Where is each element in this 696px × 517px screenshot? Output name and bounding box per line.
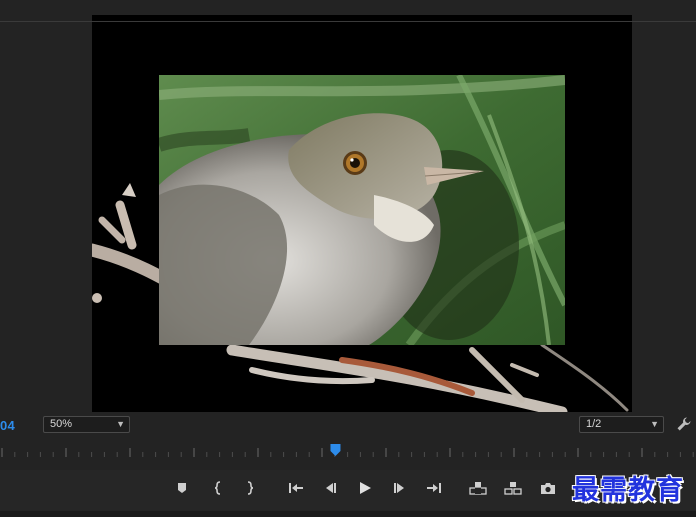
mark-in-icon xyxy=(214,481,221,495)
go-to-in-button[interactable] xyxy=(285,478,307,498)
ruler-track xyxy=(0,21,696,22)
time-ruler[interactable] xyxy=(0,440,696,462)
mark-out-button[interactable] xyxy=(239,478,261,498)
mark-in-button[interactable] xyxy=(207,478,229,498)
program-monitor: 04 50% ▼ 1/2 ▼ 最需教育 xyxy=(0,0,696,517)
playhead-timecode[interactable]: 04 xyxy=(0,418,15,433)
go-to-out-button[interactable] xyxy=(423,478,445,498)
wrench-icon[interactable] xyxy=(676,416,692,432)
export-frame-button[interactable] xyxy=(537,478,559,498)
zoom-level-value: 50% xyxy=(50,418,73,430)
lift-icon xyxy=(469,482,487,495)
go-to-in-icon xyxy=(289,483,303,493)
step-back-button[interactable] xyxy=(319,478,341,498)
lift-button[interactable] xyxy=(467,478,489,498)
panel-bottom-edge xyxy=(0,511,696,517)
chevron-down-icon: ▼ xyxy=(650,419,659,429)
zoom-level-select[interactable]: 50% ▼ xyxy=(43,416,130,433)
watermark-logo: 最需教育 xyxy=(572,475,684,506)
play-button[interactable] xyxy=(354,478,376,498)
add-marker-button[interactable] xyxy=(171,478,193,498)
playhead-marker[interactable] xyxy=(330,444,341,456)
extract-button[interactable] xyxy=(502,478,524,498)
step-back-icon xyxy=(326,483,336,493)
program-viewer[interactable] xyxy=(92,15,632,412)
chevron-down-icon: ▼ xyxy=(116,419,125,429)
extract-icon xyxy=(504,482,522,495)
mark-out-icon xyxy=(247,481,254,495)
marker-icon xyxy=(178,483,186,493)
foreground-clip-bird xyxy=(159,75,565,345)
camera-icon xyxy=(541,482,555,494)
playback-resolution-value: 1/2 xyxy=(586,418,602,430)
step-forward-button[interactable] xyxy=(389,478,411,498)
playback-resolution-select[interactable]: 1/2 ▼ xyxy=(579,416,664,433)
play-icon xyxy=(360,482,371,494)
step-forward-icon xyxy=(394,483,404,493)
go-to-out-icon xyxy=(427,483,441,493)
